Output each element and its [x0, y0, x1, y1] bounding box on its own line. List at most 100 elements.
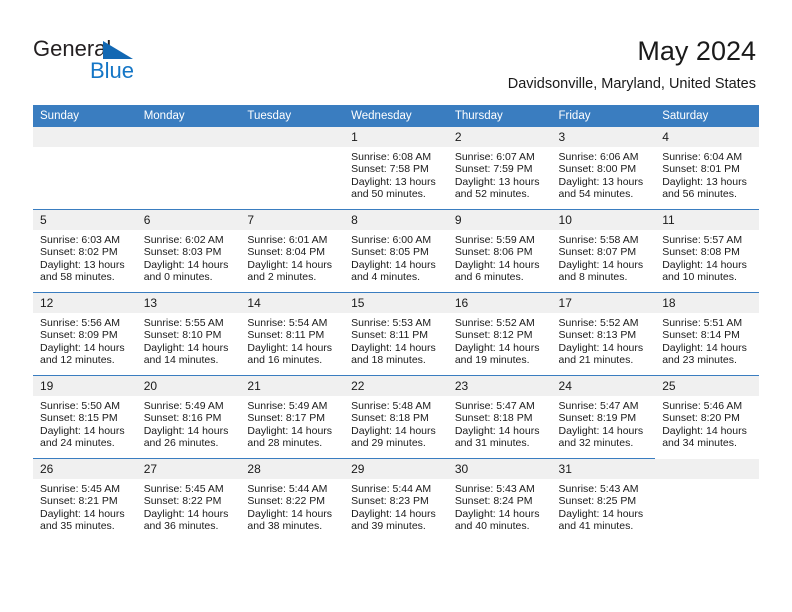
day-details: Sunrise: 5:54 AM Sunset: 8:11 PM Daylight:…	[240, 313, 344, 367]
calendar-day-cell[interactable]: 28 Sunrise: 5:44 AM Sunset: 8:22 PM Dayligh…	[240, 458, 345, 541]
day-number: 16	[447, 293, 552, 313]
calendar-day-cell[interactable]: 25 Sunrise: 5:46 AM Sunset: 8:20 PM Dayligh…	[655, 375, 759, 459]
day-number: 4	[655, 127, 759, 147]
day-number: 24	[551, 376, 656, 396]
calendar-day-cell[interactable]: 15 Sunrise: 5:53 AM Sunset: 8:11 PM Dayligh…	[344, 292, 448, 376]
calendar-week-row: 19 Sunrise: 5:50 AM Sunset: 8:15 PM Dayligh…	[33, 375, 759, 459]
calendar-day-cell[interactable]: 17 Sunrise: 5:52 AM Sunset: 8:13 PM Dayligh…	[551, 292, 656, 376]
sunset-text: Sunset: 8:24 PM	[454, 495, 533, 508]
calendar-day-cell[interactable]: 22 Sunrise: 5:48 AM Sunset: 8:18 PM Dayligh…	[344, 375, 448, 459]
daylight-text: Daylight: 14 hours and 8 minutes.	[558, 258, 644, 284]
day-details: Sunrise: 5:52 AM Sunset: 8:12 PM Daylight:…	[448, 313, 552, 367]
daylight-text: Daylight: 13 hours and 50 minutes.	[351, 175, 436, 201]
day-number: 23	[447, 376, 552, 396]
day-details: Sunrise: 6:06 AM Sunset: 8:00 PM Daylight:…	[552, 147, 656, 201]
calendar-day-cell[interactable]: 11 Sunrise: 5:57 AM Sunset: 8:08 PM Dayligh…	[655, 209, 759, 293]
sunrise-text: Sunrise: 5:47 AM	[558, 400, 639, 412]
calendar-day-cell[interactable]: 31 Sunrise: 5:43 AM Sunset: 8:25 PM Dayligh…	[551, 458, 656, 541]
location-subtitle: Davidsonville, Maryland, United States	[507, 76, 756, 92]
page-header: General Blue May 2024 Davidsonville, Mar…	[0, 0, 792, 100]
calendar-day-cell[interactable]: 3 Sunrise: 6:06 AM Sunset: 8:00 PM Daylight…	[551, 127, 656, 210]
calendar-day-cell[interactable]: 19 Sunrise: 5:50 AM Sunset: 8:15 PM Dayligh…	[33, 375, 137, 459]
sunset-text: Sunset: 8:12 PM	[454, 329, 533, 342]
sunrise-text: Sunrise: 5:59 AM	[454, 234, 535, 246]
calendar-cell-empty	[655, 458, 759, 541]
brand-logo[interactable]: General Blue	[33, 36, 233, 92]
day-details: Sunrise: 6:04 AM Sunset: 8:01 PM Daylight:…	[655, 147, 759, 201]
calendar-day-cell[interactable]: 16 Sunrise: 5:52 AM Sunset: 8:12 PM Dayligh…	[447, 292, 552, 376]
day-number: 9	[447, 210, 552, 230]
sunrise-text: Sunrise: 6:08 AM	[351, 151, 432, 163]
calendar-day-cell[interactable]: 29 Sunrise: 5:44 AM Sunset: 8:23 PM Dayligh…	[344, 458, 448, 541]
calendar-day-cell[interactable]: 18 Sunrise: 5:51 AM Sunset: 8:14 PM Dayligh…	[655, 292, 759, 376]
daylight-text: Daylight: 14 hours and 24 minutes.	[40, 424, 125, 450]
daylight-text: Daylight: 14 hours and 28 minutes.	[247, 424, 333, 450]
calendar-day-cell[interactable]: 23 Sunrise: 5:47 AM Sunset: 8:18 PM Dayligh…	[447, 375, 552, 459]
calendar-day-cell[interactable]: 8 Sunrise: 6:00 AM Sunset: 8:05 PM Daylight…	[344, 209, 448, 293]
sunrise-text: Sunrise: 5:56 AM	[40, 317, 120, 329]
day-details: Sunrise: 5:52 AM Sunset: 8:13 PM Daylight:…	[552, 313, 656, 367]
weekday-header-thursday: Thursday	[447, 105, 552, 127]
sunrise-text: Sunrise: 5:50 AM	[40, 400, 120, 412]
sunset-text: Sunset: 8:18 PM	[351, 412, 429, 425]
sunset-text: Sunset: 8:10 PM	[143, 329, 222, 342]
daylight-text: Daylight: 14 hours and 31 minutes.	[454, 424, 540, 450]
calendar-day-cell[interactable]: 2 Sunrise: 6:07 AM Sunset: 7:59 PM Daylight…	[447, 127, 552, 210]
sunset-text: Sunset: 7:58 PM	[351, 163, 429, 176]
day-details: Sunrise: 6:03 AM Sunset: 8:02 PM Daylight:…	[33, 230, 137, 284]
sunset-text: Sunset: 8:15 PM	[40, 412, 118, 425]
day-number: 14	[240, 293, 345, 313]
calendar-day-cell[interactable]: 4 Sunrise: 6:04 AM Sunset: 8:01 PM Daylight…	[655, 127, 759, 210]
day-number: 30	[447, 459, 552, 479]
day-details: Sunrise: 5:50 AM Sunset: 8:15 PM Daylight:…	[33, 396, 137, 450]
day-number: 18	[655, 293, 759, 313]
calendar-day-cell[interactable]: 7 Sunrise: 6:01 AM Sunset: 8:04 PM Daylight…	[240, 209, 345, 293]
calendar-week-row: 5 Sunrise: 6:03 AM Sunset: 8:02 PM Daylight…	[33, 209, 759, 293]
day-details: Sunrise: 6:01 AM Sunset: 8:04 PM Daylight:…	[240, 230, 344, 284]
day-details: Sunrise: 5:56 AM Sunset: 8:09 PM Daylight:…	[33, 313, 137, 367]
calendar-day-cell[interactable]: 6 Sunrise: 6:02 AM Sunset: 8:03 PM Daylight…	[136, 209, 241, 293]
daylight-text: Daylight: 14 hours and 29 minutes.	[351, 424, 436, 450]
sunrise-text: Sunrise: 5:52 AM	[454, 317, 535, 329]
day-details: Sunrise: 5:49 AM Sunset: 8:16 PM Daylight:…	[137, 396, 241, 450]
weekday-header-saturday: Saturday	[655, 105, 759, 127]
calendar-day-cell[interactable]: 10 Sunrise: 5:58 AM Sunset: 8:07 PM Dayligh…	[551, 209, 656, 293]
day-number: 2	[447, 127, 552, 147]
sunset-text: Sunset: 8:25 PM	[558, 495, 637, 508]
sunset-text: Sunset: 8:17 PM	[247, 412, 326, 425]
calendar-day-cell[interactable]: 20 Sunrise: 5:49 AM Sunset: 8:16 PM Dayligh…	[136, 375, 241, 459]
sunset-text: Sunset: 8:11 PM	[351, 329, 428, 342]
sunrise-text: Sunrise: 6:03 AM	[40, 234, 120, 246]
calendar-day-cell[interactable]: 21 Sunrise: 5:49 AM Sunset: 8:17 PM Dayligh…	[240, 375, 345, 459]
brand-name-blue: Blue	[90, 58, 135, 83]
sunrise-text: Sunrise: 5:44 AM	[351, 483, 432, 495]
calendar-day-cell[interactable]: 30 Sunrise: 5:43 AM Sunset: 8:24 PM Dayligh…	[447, 458, 552, 541]
calendar-day-cell[interactable]: 12 Sunrise: 5:56 AM Sunset: 8:09 PM Dayligh…	[33, 292, 137, 376]
sunrise-text: Sunrise: 5:43 AM	[558, 483, 639, 495]
sunrise-text: Sunrise: 5:52 AM	[558, 317, 639, 329]
calendar-day-cell[interactable]: 5 Sunrise: 6:03 AM Sunset: 8:02 PM Daylight…	[33, 209, 137, 293]
day-details: Sunrise: 5:55 AM Sunset: 8:10 PM Daylight:…	[137, 313, 241, 367]
daylight-text: Daylight: 14 hours and 16 minutes.	[247, 341, 333, 367]
sunrise-text: Sunrise: 5:45 AM	[143, 483, 224, 495]
sunrise-text: Sunrise: 5:44 AM	[247, 483, 328, 495]
triangle-icon	[103, 41, 133, 59]
calendar-day-cell[interactable]: 13 Sunrise: 5:55 AM Sunset: 8:10 PM Dayligh…	[136, 292, 241, 376]
calendar-day-cell[interactable]: 9 Sunrise: 5:59 AM Sunset: 8:06 PM Daylight…	[447, 209, 552, 293]
sunset-text: Sunset: 8:16 PM	[143, 412, 222, 425]
daylight-text: Daylight: 14 hours and 19 minutes.	[454, 341, 540, 367]
calendar-day-cell[interactable]: 1 Sunrise: 6:08 AM Sunset: 7:58 PM Daylight…	[344, 127, 448, 210]
calendar-day-cell[interactable]: 27 Sunrise: 5:45 AM Sunset: 8:22 PM Dayligh…	[136, 458, 241, 541]
daylight-text: Daylight: 14 hours and 0 minutes.	[143, 258, 229, 284]
sunrise-text: Sunrise: 5:46 AM	[662, 400, 743, 412]
calendar-day-cell[interactable]: 14 Sunrise: 5:54 AM Sunset: 8:11 PM Dayligh…	[240, 292, 345, 376]
day-number: 22	[344, 376, 448, 396]
daylight-text: Daylight: 14 hours and 38 minutes.	[247, 507, 333, 533]
sunset-text: Sunset: 8:00 PM	[558, 163, 637, 176]
day-number: 1	[344, 127, 448, 147]
day-details: Sunrise: 5:46 AM Sunset: 8:20 PM Daylight:…	[655, 396, 759, 450]
calendar-cell-empty	[33, 127, 137, 210]
calendar-day-cell[interactable]: 24 Sunrise: 5:47 AM Sunset: 8:19 PM Dayligh…	[551, 375, 656, 459]
calendar-day-cell[interactable]: 26 Sunrise: 5:45 AM Sunset: 8:21 PM Dayligh…	[33, 458, 137, 541]
day-number: 3	[551, 127, 656, 147]
